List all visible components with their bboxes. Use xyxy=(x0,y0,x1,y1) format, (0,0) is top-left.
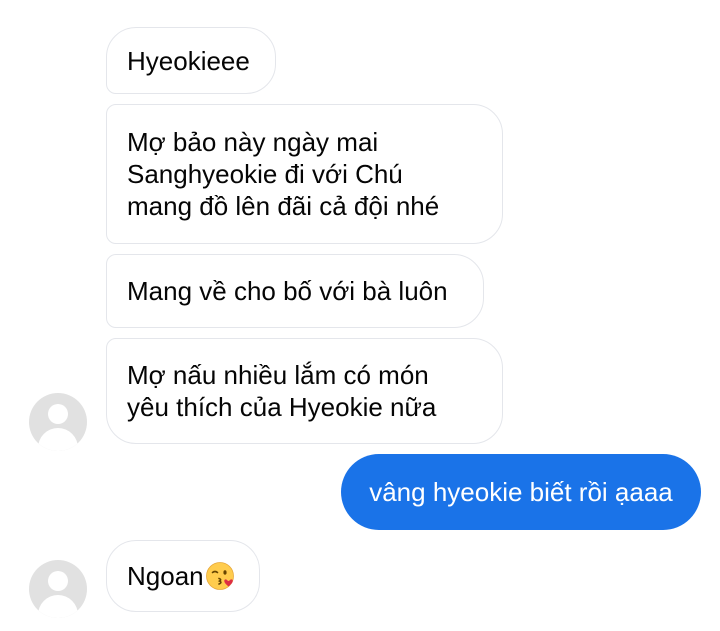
message-line: yêu thích của Hyeokie nữa xyxy=(127,392,437,422)
chat-thread: Hyeokieee Mợ bảo này ngày mai Sanghyeoki… xyxy=(0,0,720,631)
message-text: Ngoan xyxy=(127,561,204,591)
received-message[interactable]: Mợ bảo này ngày mai Sanghyeokie đi với C… xyxy=(106,104,503,244)
avatar-body-shape xyxy=(38,595,78,618)
received-message[interactable]: Ngoan xyxy=(106,540,260,612)
message-text: vâng hyeokie biết rồi ạaaa xyxy=(369,476,673,507)
message-line: Mợ bảo này ngày mai xyxy=(127,127,379,157)
avatar-body-shape xyxy=(38,428,78,451)
avatar-head-shape xyxy=(48,404,68,424)
received-message[interactable]: Mang về cho bố với bà luôn xyxy=(106,254,484,328)
message-text: Hyeokieee xyxy=(127,45,250,76)
sender-avatar[interactable] xyxy=(29,560,87,618)
received-message[interactable]: Hyeokieee xyxy=(106,27,276,94)
received-message[interactable]: Mợ nấu nhiều lắm có món yêu thích của Hy… xyxy=(106,338,503,444)
avatar-head-shape xyxy=(48,571,68,591)
sender-avatar[interactable] xyxy=(29,393,87,451)
face-blowing-a-kiss-icon xyxy=(205,562,234,590)
message-line: Sanghyeokie đi với Chú xyxy=(127,159,403,189)
message-text: Mợ bảo này ngày mai Sanghyeokie đi với C… xyxy=(127,126,439,222)
message-text: Mang về cho bố với bà luôn xyxy=(127,276,448,306)
message-line: Mợ nấu nhiều lắm có món xyxy=(127,360,429,390)
message-line: mang đồ lên đãi cả đội nhé xyxy=(127,191,440,221)
sent-message[interactable]: vâng hyeokie biết rồi ạaaa xyxy=(341,454,701,530)
message-text: Mợ nấu nhiều lắm có món yêu thích của Hy… xyxy=(127,359,436,423)
